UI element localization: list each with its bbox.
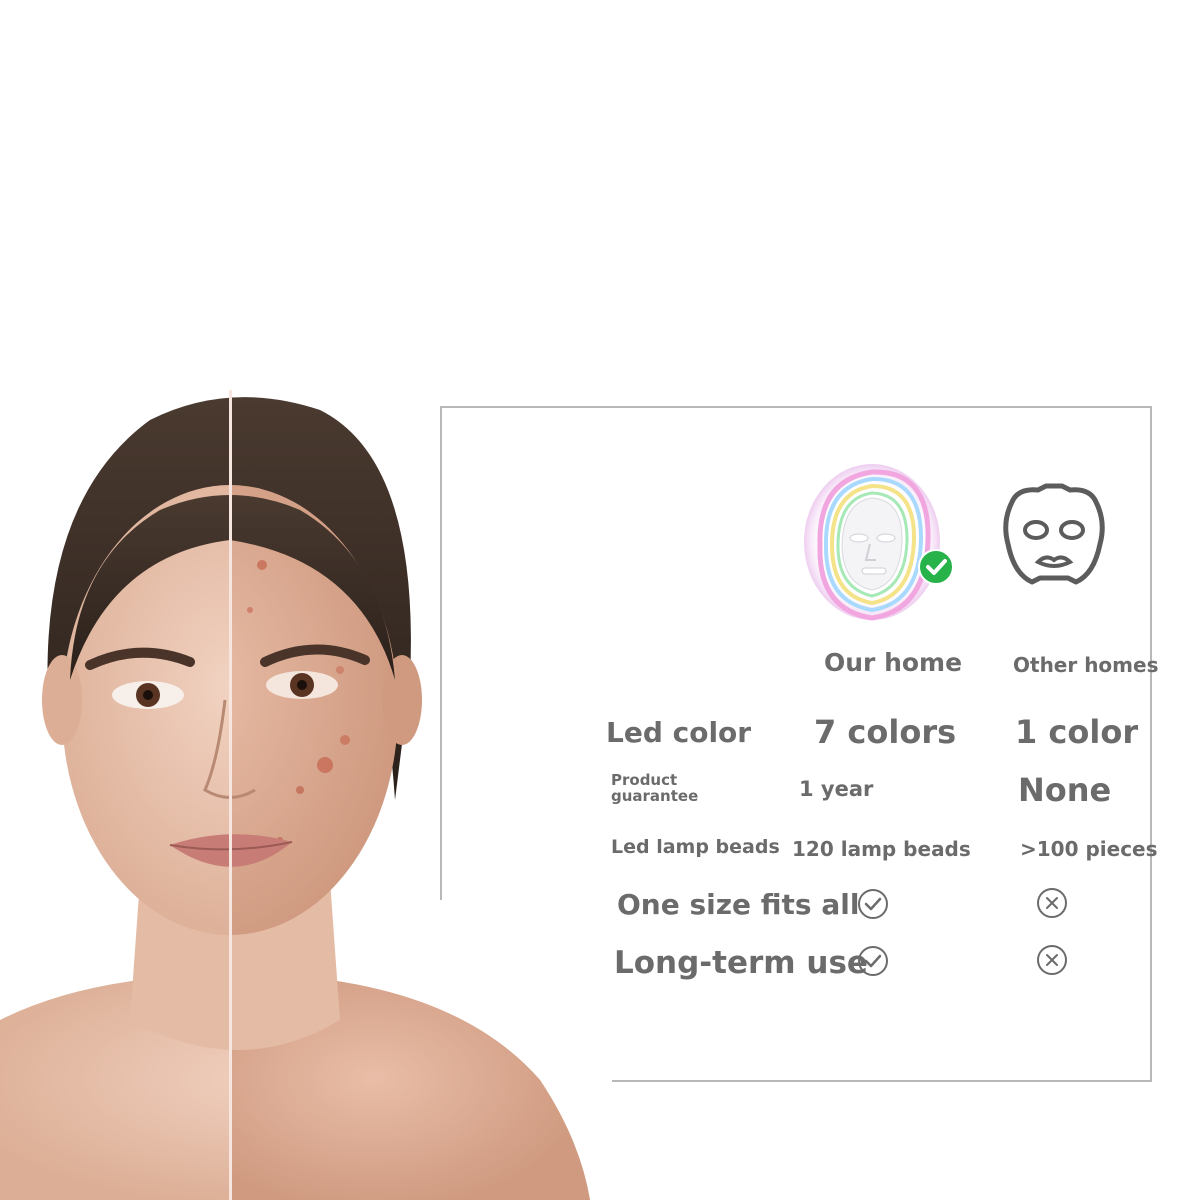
- card-border-bottom: [612, 1080, 1152, 1082]
- cross-icon: [1036, 887, 1068, 919]
- check-icon: [857, 888, 889, 920]
- card-border-left: [440, 406, 442, 900]
- green-check-icon: [918, 549, 954, 585]
- before-after-portrait: [0, 380, 600, 1200]
- row-label-led-color: Led color: [606, 716, 752, 749]
- row-label-product-guarantee: Product guarantee: [611, 771, 699, 805]
- card-border-top: [440, 406, 1152, 408]
- our-led-color-value: 7 colors: [814, 713, 957, 751]
- row-label-long-term-use: Long-term use: [614, 945, 868, 981]
- cross-icon: [1036, 944, 1068, 976]
- our-guarantee-value: 1 year: [799, 777, 874, 801]
- our-lamp-beads-value: 120 lamp beads: [792, 837, 971, 861]
- check-icon: [857, 945, 889, 977]
- product-comparison-banner: Our home Other homes Led color 7 colors …: [0, 0, 1200, 1200]
- selected-check-badge: [918, 549, 954, 585]
- row-label-one-size-fits-all: One size fits all: [617, 888, 860, 921]
- card-border-right: [1150, 406, 1152, 1082]
- generic-mask-image: [998, 482, 1110, 592]
- other-led-color-value: 1 color: [1015, 713, 1139, 751]
- column-header-our-home: Our home: [824, 648, 963, 677]
- led-mask-product-image: [800, 460, 960, 630]
- other-guarantee-value: None: [1018, 771, 1112, 809]
- row-label-led-lamp-beads: Led lamp beads: [611, 836, 780, 858]
- before-after-divider: [229, 390, 232, 1200]
- portrait-illustration: [0, 397, 590, 1200]
- column-header-other-homes: Other homes: [1013, 653, 1159, 677]
- other-lamp-beads-value: >100 pieces: [1020, 837, 1158, 861]
- sheet-mask-icon: [1003, 483, 1105, 585]
- led-mask-icon: [804, 464, 940, 621]
